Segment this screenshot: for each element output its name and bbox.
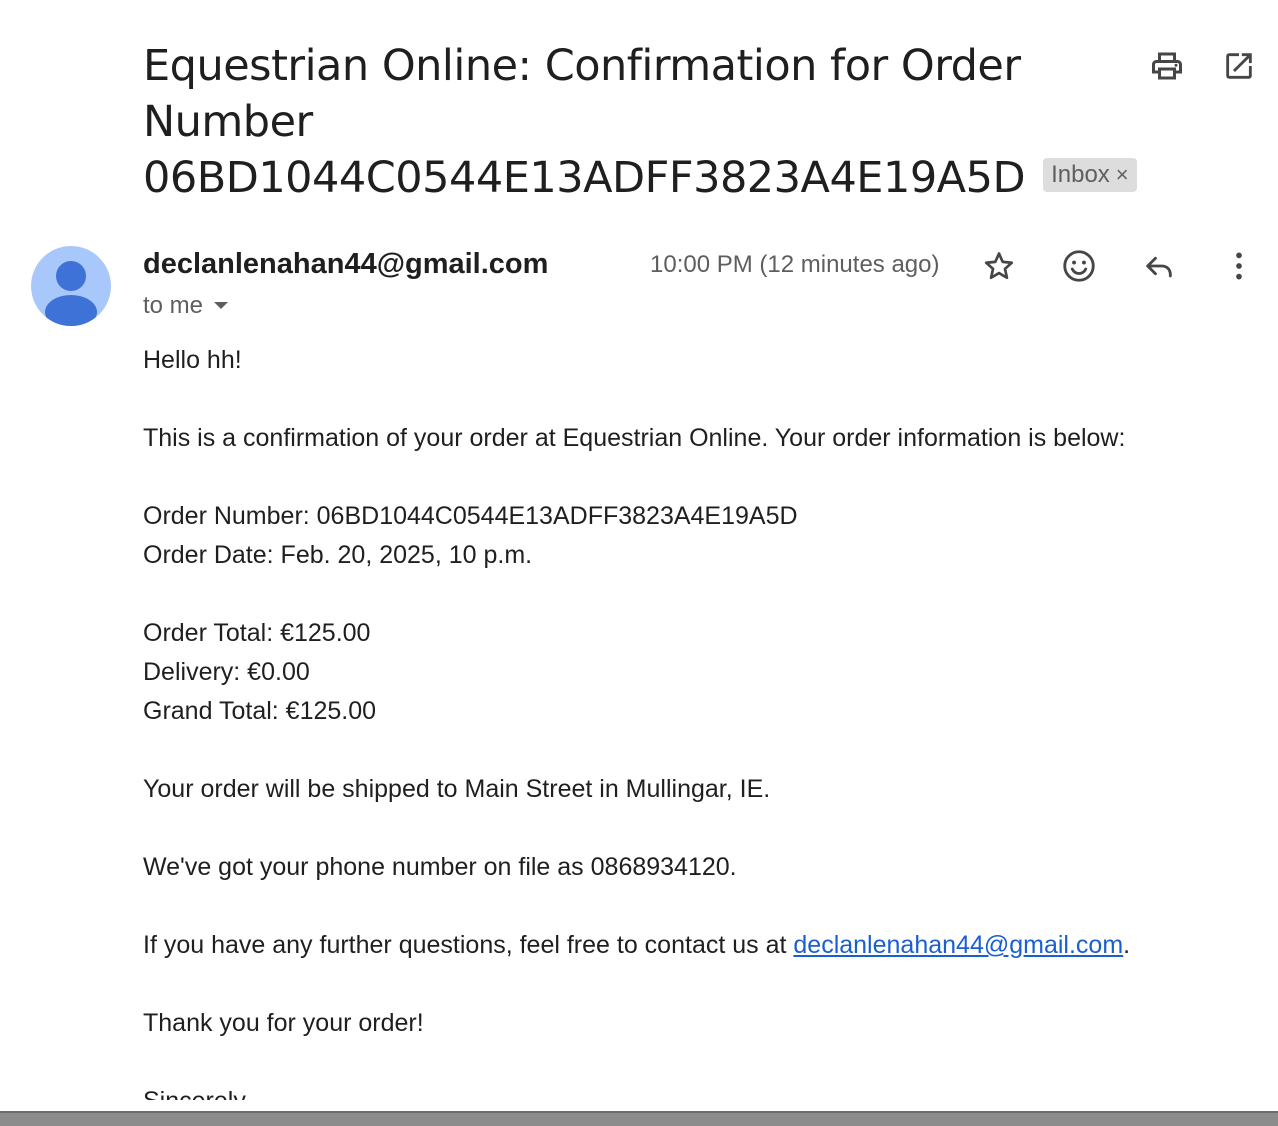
subject-line-2: Number <box>143 97 313 147</box>
contact-info: If you have any further questions, feel … <box>143 926 1253 965</box>
star-icon <box>984 252 1014 280</box>
email-timestamp: 10:00 PM (12 minutes ago) <box>650 251 940 278</box>
order-number: Order Number: 06BD1044C0544E13ADFF3823A4… <box>143 502 798 530</box>
reply-icon <box>1146 256 1172 278</box>
email-view: Equestrian Online: Confirmation for Orde… <box>0 0 1278 1126</box>
order-date: Order Date: Feb. 20, 2025, 10 p.m. <box>143 541 533 569</box>
star-button[interactable] <box>979 246 1019 286</box>
print-icon <box>1152 52 1182 80</box>
intro-text: This is a confirmation of your order at … <box>143 424 1126 452</box>
recipient-details-toggle[interactable]: to me <box>143 292 229 320</box>
recipient-label: to me <box>143 292 204 319</box>
signoff-text: Sincerely, <box>143 1082 1253 1100</box>
person-icon <box>45 261 97 326</box>
caret-down-icon <box>214 302 229 309</box>
shipping-info: Your order will be shipped to Main Stree… <box>143 775 771 803</box>
inbox-label-chip[interactable]: Inbox × <box>1043 157 1137 192</box>
reply-button[interactable] <box>1139 246 1179 286</box>
subject-order-number: 06BD1044C0544E13ADFF3823A4E19A5D <box>143 153 1026 203</box>
thanks-text: Thank you for your order! <box>143 1009 424 1037</box>
remove-label-icon[interactable]: × <box>1116 162 1129 187</box>
emoji-reaction-icon <box>1063 250 1095 282</box>
contact-prefix: If you have any further questions, feel … <box>143 931 794 959</box>
email-body: Hello hh! This is a confirmation of your… <box>143 341 1253 1100</box>
more-options-icon <box>1236 252 1242 280</box>
horizontal-scrollbar[interactable] <box>0 1111 1278 1126</box>
delivery-cost: Delivery: €0.00 <box>143 658 310 686</box>
sender-email[interactable]: declanlenahan44@gmail.com <box>143 248 548 281</box>
more-options-button[interactable] <box>1219 246 1259 286</box>
email-subject: Equestrian Online: Confirmation for Orde… <box>143 38 1137 206</box>
inbox-label-text: Inbox <box>1051 160 1110 188</box>
greeting: Hello hh! <box>143 346 242 374</box>
sender-avatar[interactable] <box>31 246 111 326</box>
contact-suffix: . <box>1123 931 1131 959</box>
subject-line-1: Equestrian Online: Confirmation for Orde… <box>143 41 1021 91</box>
add-reaction-button[interactable] <box>1059 246 1099 286</box>
print-button[interactable] <box>1147 46 1187 86</box>
open-in-new-window-icon <box>1226 53 1252 79</box>
contact-email-link[interactable]: declanlenahan44@gmail.com <box>793 931 1123 959</box>
grand-total: Grand Total: €125.00 <box>143 697 377 725</box>
subject-line-3: 06BD1044C0544E13ADFF3823A4E19A5D Inbox × <box>143 150 1137 206</box>
phone-info: We've got your phone number on file as 0… <box>143 853 737 881</box>
open-in-new-window-button[interactable] <box>1219 46 1259 86</box>
order-total: Order Total: €125.00 <box>143 619 371 647</box>
